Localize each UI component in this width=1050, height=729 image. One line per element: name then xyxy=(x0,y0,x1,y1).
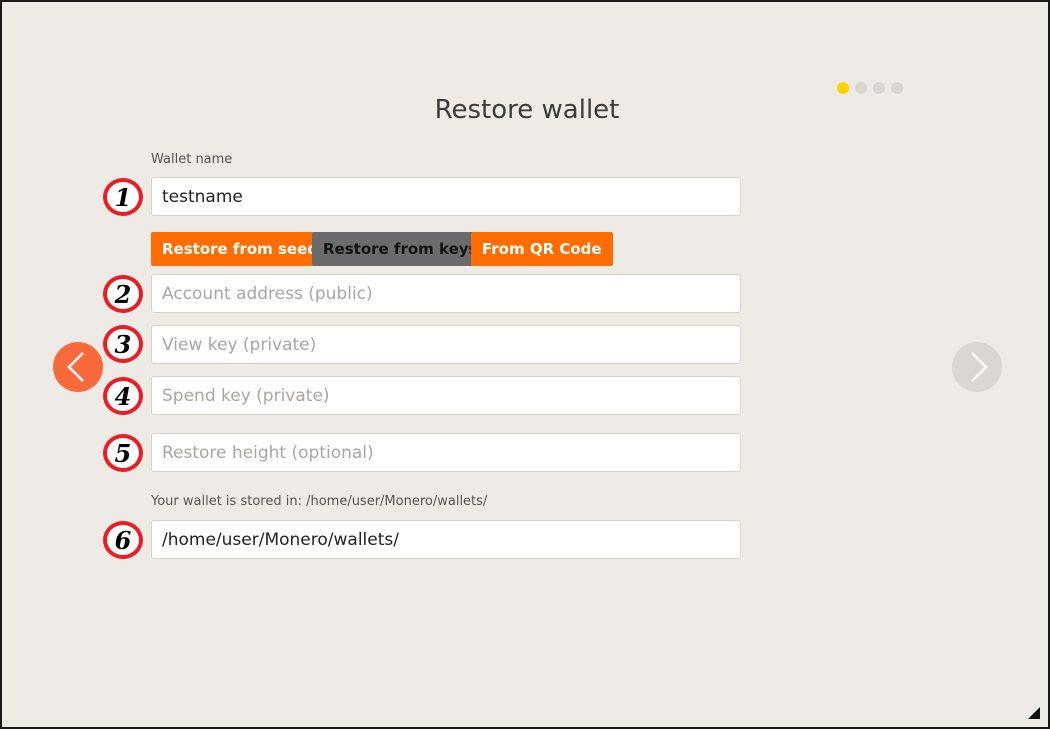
progress-dot-active xyxy=(837,82,849,94)
storage-path-field[interactable]: /home/user/Monero/wallets/ xyxy=(151,520,741,559)
wallet-name-label: Wallet name xyxy=(151,152,233,167)
annotation-marker-6: 6 xyxy=(103,521,143,559)
chevron-right-icon xyxy=(971,352,988,382)
next-button[interactable] xyxy=(952,342,1002,392)
account-address-field[interactable]: Account address (public) xyxy=(151,274,741,313)
back-button[interactable] xyxy=(53,342,103,392)
progress-dot xyxy=(891,82,903,94)
from-qr-code-button[interactable]: From QR Code xyxy=(471,232,613,266)
annotation-marker-5: 5 xyxy=(103,434,143,472)
spend-key-field[interactable]: Spend key (private) xyxy=(151,376,741,415)
storage-location-label: Your wallet is stored in: /home/user/Mon… xyxy=(151,494,488,509)
progress-dot xyxy=(873,82,885,94)
annotation-marker-2: 2 xyxy=(103,275,143,313)
resize-grip-icon[interactable] xyxy=(1028,707,1040,719)
annotation-marker-4: 4 xyxy=(103,377,143,415)
page-title: Restore wallet xyxy=(434,95,620,125)
restore-from-keys-button[interactable]: Restore from keys xyxy=(312,232,489,266)
annotation-marker-3: 3 xyxy=(103,325,143,363)
progress-dots xyxy=(837,82,903,94)
progress-dot xyxy=(855,82,867,94)
restore-from-seed-button[interactable]: Restore from seed xyxy=(151,232,330,266)
annotation-marker-1: 1 xyxy=(103,178,143,216)
chevron-left-icon xyxy=(67,352,84,382)
view-key-field[interactable]: View key (private) xyxy=(151,325,741,364)
wizard-window: Restore wallet Wallet name testname Rest… xyxy=(0,0,1050,729)
restore-height-field[interactable]: Restore height (optional) xyxy=(151,433,741,472)
wallet-name-field[interactable]: testname xyxy=(151,177,741,216)
